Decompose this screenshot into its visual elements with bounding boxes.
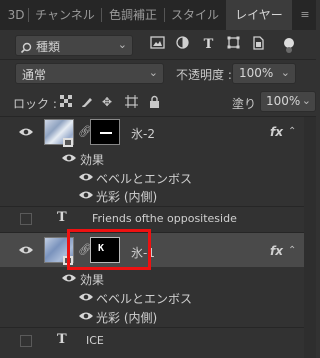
chevron-down-icon: ⌄ bbox=[301, 94, 311, 107]
visibility-eye-icon[interactable] bbox=[61, 273, 77, 283]
filter-toggle-track bbox=[286, 47, 292, 53]
collapse-caret-icon[interactable]: ⌃ bbox=[288, 126, 296, 137]
smart-object-filter-icon[interactable] bbox=[250, 36, 267, 53]
visibility-checkbox[interactable] bbox=[20, 213, 32, 225]
tab-channels[interactable]: チャンネル bbox=[29, 0, 101, 30]
chain-link-icon[interactable]: 🔗︎ bbox=[78, 125, 92, 139]
opacity-value: 100% bbox=[239, 66, 274, 80]
layer-name[interactable]: 氷-2 bbox=[131, 125, 155, 142]
lock-label: ロック : bbox=[13, 97, 57, 111]
tab-adjustments[interactable]: 色調補正 bbox=[102, 0, 164, 30]
layer-name[interactable]: ICE bbox=[86, 334, 104, 347]
visibility-eye-icon[interactable] bbox=[18, 127, 34, 137]
effects-label: 効果 bbox=[80, 273, 105, 287]
effect-inner-glow[interactable]: 光彩 (内側) bbox=[96, 188, 157, 205]
effects-label: 効果 bbox=[80, 153, 105, 167]
collapse-caret-icon[interactable]: ⌃ bbox=[288, 245, 296, 256]
highlight-annotation bbox=[67, 229, 151, 270]
fx-icon[interactable]: fx bbox=[270, 125, 283, 139]
opacity-label: 不透明度 : bbox=[176, 68, 232, 82]
fill-field[interactable]: 100% ⌄ bbox=[260, 91, 316, 112]
lock-artboard-icon[interactable] bbox=[124, 95, 138, 109]
opacity-field[interactable]: 100% ⌄ bbox=[232, 63, 296, 84]
visibility-eye-icon[interactable] bbox=[18, 245, 34, 255]
divider bbox=[0, 59, 316, 60]
filter-value: 種類 bbox=[36, 40, 61, 54]
visibility-checkbox[interactable] bbox=[20, 335, 32, 347]
tab-styles[interactable]: スタイル bbox=[165, 0, 225, 30]
effect-inner-glow[interactable]: 光彩 (内側) bbox=[96, 309, 157, 326]
scrollbar[interactable] bbox=[304, 117, 316, 358]
tab-3d[interactable]: 3D bbox=[4, 0, 28, 30]
shape-filter-icon[interactable] bbox=[225, 36, 242, 53]
chevron-down-icon: ⌄ bbox=[280, 66, 290, 79]
visibility-eye-icon[interactable] bbox=[61, 153, 77, 163]
effect-bevel-emboss[interactable]: ベベルとエンボス bbox=[96, 170, 192, 187]
blend-mode-value: 通常 bbox=[22, 68, 47, 82]
visibility-eye-icon[interactable] bbox=[78, 190, 94, 200]
blend-mode-select[interactable]: 通常 ⌄ bbox=[15, 63, 164, 84]
divider bbox=[0, 206, 316, 207]
lock-all-icon[interactable] bbox=[147, 95, 161, 109]
pixel-filter-icon[interactable] bbox=[149, 36, 166, 53]
fx-icon[interactable]: fx bbox=[270, 244, 283, 258]
layer-mask-thumbnail[interactable] bbox=[90, 119, 120, 145]
effect-bevel-emboss[interactable]: ベベルとエンボス bbox=[96, 290, 192, 307]
layer-name[interactable]: Friends ofthe oppositeside bbox=[92, 212, 237, 225]
panel-menu-icon[interactable]: ≡ bbox=[296, 0, 314, 30]
divider bbox=[0, 327, 316, 328]
panel-tab-bar: 3D チャンネル 色調補正 スタイル レイヤー ≡ bbox=[0, 0, 316, 30]
visibility-eye-icon[interactable] bbox=[78, 311, 94, 321]
visibility-eye-icon[interactable] bbox=[78, 292, 94, 302]
layer-filter-select[interactable]: 種類 ⌄ bbox=[15, 35, 133, 56]
search-icon bbox=[20, 39, 32, 58]
lock-transparent-pixels-icon[interactable] bbox=[59, 95, 73, 109]
lock-position-icon[interactable]: ✥ bbox=[100, 95, 114, 109]
chevron-down-icon: ⌄ bbox=[117, 38, 127, 51]
smart-object-badge-icon bbox=[63, 138, 73, 147]
lock-image-pixels-icon[interactable] bbox=[80, 95, 94, 109]
text-layer-icon: T bbox=[57, 210, 67, 225]
chevron-down-icon: ⌄ bbox=[148, 66, 158, 79]
tab-layers[interactable]: レイヤー bbox=[226, 0, 292, 30]
fill-value: 100% bbox=[266, 94, 301, 108]
type-filter-icon[interactable]: T bbox=[200, 36, 217, 53]
adjustment-filter-icon[interactable] bbox=[174, 36, 191, 53]
text-layer-icon: T bbox=[57, 332, 67, 347]
visibility-eye-icon[interactable] bbox=[78, 172, 94, 182]
